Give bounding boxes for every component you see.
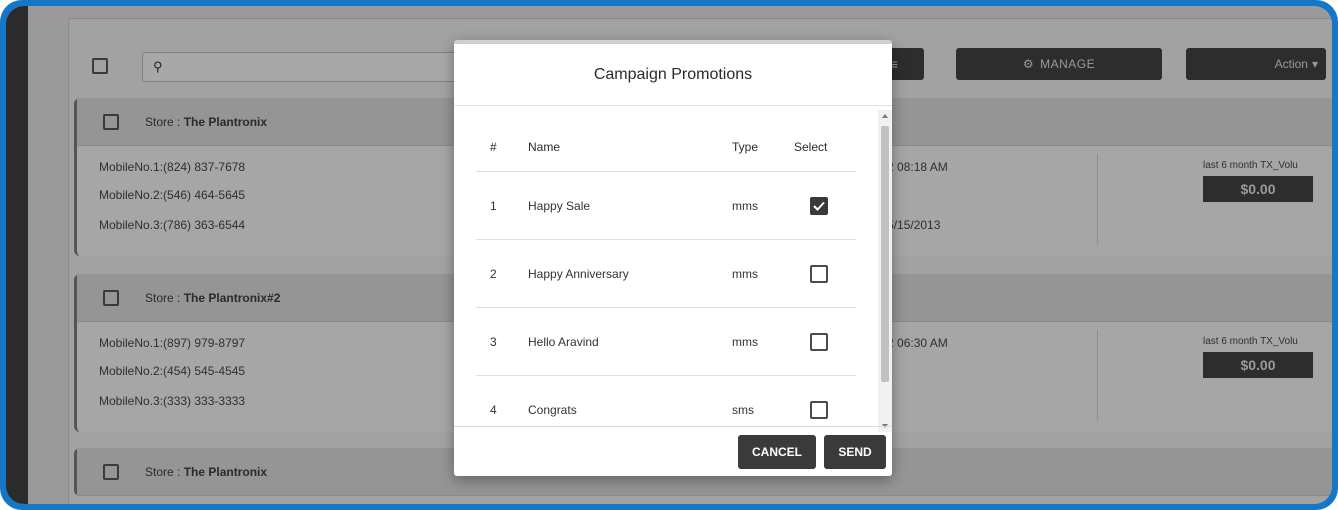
row-number: 2	[490, 266, 497, 281]
search-input[interactable]: ⚲	[142, 52, 472, 82]
promotion-name: Congrats	[528, 402, 577, 417]
dialog-footer: CANCEL SEND	[454, 426, 892, 476]
column-header-number: #	[490, 139, 497, 154]
select-checkbox[interactable]	[810, 332, 828, 351]
action-label: Action	[1274, 57, 1308, 71]
table-scrollbar[interactable]	[878, 110, 892, 432]
tx-volume-value: $0.00	[1203, 176, 1313, 202]
row-number: 4	[490, 402, 497, 417]
store-title: Store : The Plantronix#2	[145, 290, 281, 305]
select-checkbox-checked[interactable]	[810, 196, 828, 215]
table-row: 1 Happy Sale mms	[476, 172, 856, 240]
promotion-type: mms	[732, 266, 758, 281]
select-checkbox[interactable]	[810, 400, 828, 419]
divider	[1097, 154, 1098, 244]
search-icon: ⚲	[153, 59, 163, 74]
send-button[interactable]: SEND	[824, 435, 886, 469]
promotion-type: mms	[732, 334, 758, 349]
cancel-button[interactable]: CANCEL	[738, 435, 816, 469]
manage-button[interactable]: ⚙ MANAGE	[956, 48, 1162, 80]
app-window: ⚲ ≡ ⚙ MANAGE Action ▾ Store : The Plantr…	[6, 6, 1332, 504]
column-header-select: Select	[794, 139, 828, 154]
checkmark-icon	[813, 201, 825, 211]
scroll-up-arrow-icon[interactable]	[882, 114, 888, 118]
left-nav-bar	[6, 6, 28, 504]
table-row: 2 Happy Anniversary mms	[476, 240, 856, 308]
promotion-type: mms	[732, 198, 758, 213]
select-all-checkbox[interactable]	[92, 58, 108, 74]
action-dropdown-button[interactable]: Action ▾	[1186, 48, 1326, 80]
column-header-name: Name	[528, 139, 561, 154]
table-row: 4 Congrats sms	[476, 376, 856, 428]
column-header-type: Type	[732, 139, 759, 154]
dialog-title: Campaign Promotions	[454, 44, 892, 106]
promotion-name: Happy Anniversary	[528, 266, 629, 281]
table-row: 3 Hello Aravind mms	[476, 308, 856, 376]
store-checkbox[interactable]	[103, 463, 119, 480]
mobile-number: MobileNo.1:(897) 979-8797	[99, 336, 246, 350]
tx-volume-label: last 6 month TX_Volu	[1203, 160, 1298, 171]
manage-label: MANAGE	[1040, 57, 1096, 71]
row-number: 3	[490, 334, 497, 349]
mobile-number: MobileNo.3:(333) 333-3333	[99, 394, 246, 408]
store-title: Store : The Plantronix	[145, 114, 268, 129]
table-header: # Name Type Select	[476, 122, 856, 172]
campaign-promotions-dialog: Campaign Promotions # Name Type Select 1…	[454, 40, 892, 476]
store-checkbox[interactable]	[103, 113, 119, 130]
store-checkbox[interactable]	[103, 289, 119, 306]
scroll-thumb[interactable]	[881, 126, 889, 382]
divider	[1097, 330, 1098, 420]
promotion-type: sms	[732, 402, 754, 417]
store-title: Store : The Plantronix	[145, 464, 268, 479]
mobile-number: MobileNo.2:(454) 545-4545	[99, 364, 246, 378]
row-number: 1	[490, 198, 497, 213]
promotion-name: Happy Sale	[528, 198, 591, 213]
tx-volume-value: $0.00	[1203, 352, 1313, 378]
screenshot-frame: ⚲ ≡ ⚙ MANAGE Action ▾ Store : The Plantr…	[0, 0, 1338, 510]
mobile-number: MobileNo.3:(786) 363-6544	[99, 218, 246, 232]
promotions-table: # Name Type Select 1 Happy Sale mms 2 Ha…	[454, 106, 892, 428]
caret-down-icon: ▾	[1311, 57, 1318, 71]
mobile-number: MobileNo.1:(824) 837-7678	[99, 160, 246, 174]
mobile-number: MobileNo.2:(546) 464-5645	[99, 188, 246, 202]
select-checkbox[interactable]	[810, 264, 828, 283]
gear-icon: ⚙	[1022, 57, 1035, 71]
tx-volume-label: last 6 month TX_Volu	[1203, 336, 1298, 347]
promotion-name: Hello Aravind	[528, 334, 599, 349]
